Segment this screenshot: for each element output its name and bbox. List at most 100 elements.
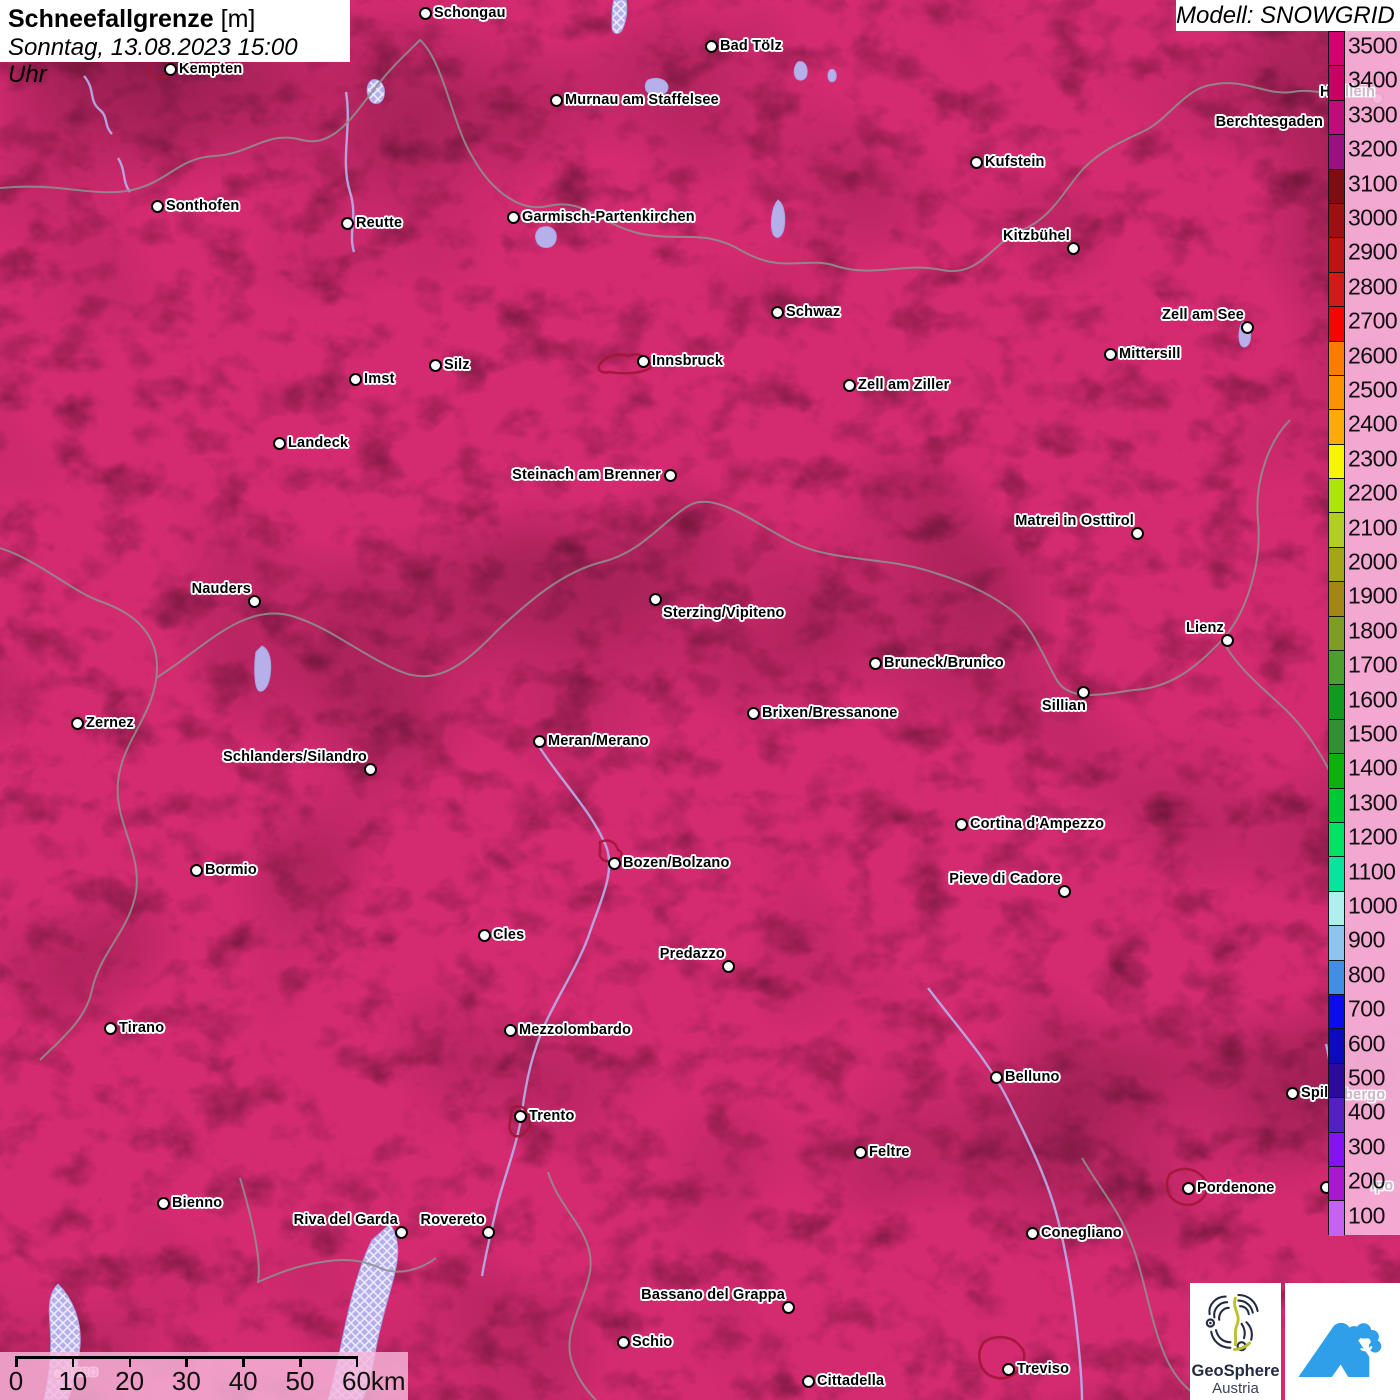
city-label: Schlanders/Silandro xyxy=(222,749,367,765)
legend-value: 1200 xyxy=(1348,823,1398,850)
title-parameter: Schneefallgrenze xyxy=(8,5,214,33)
geosphere-logo-country: Austria xyxy=(1212,1380,1259,1397)
city-dot xyxy=(549,93,563,107)
city-dot xyxy=(1103,347,1117,361)
legend-cell xyxy=(1329,547,1344,583)
geosphere-austria-logo: GeoSphere Austria xyxy=(1190,1283,1281,1400)
legend-value: 200 xyxy=(1348,1167,1385,1194)
city-dot xyxy=(770,305,784,319)
legend-value: 900 xyxy=(1348,926,1385,953)
city-label: Bruneck/Brunico xyxy=(884,655,1004,671)
legend-cell xyxy=(1329,1063,1344,1099)
legend-value: 2200 xyxy=(1348,479,1398,506)
legend-cell xyxy=(1329,100,1344,136)
scale-bar-number: 60km xyxy=(342,1366,406,1396)
legend-value: 3200 xyxy=(1348,135,1398,162)
city-label: Reutte xyxy=(356,215,403,231)
city-label: Bad Tölz xyxy=(720,38,783,54)
city-dot xyxy=(636,354,650,368)
model-box: Modell: SNOWGRID xyxy=(1176,0,1400,31)
city-dot xyxy=(1181,1181,1195,1195)
city-dot xyxy=(801,1374,815,1388)
city-label: Zell am Ziller xyxy=(858,377,950,393)
city-label: Belluno xyxy=(1005,1069,1060,1085)
city-label: Cles xyxy=(493,927,525,943)
city-label: Schwaz xyxy=(786,304,841,320)
city-label: Kitzbühel xyxy=(1002,228,1070,244)
model-label: Modell: SNOWGRID xyxy=(1176,2,1395,29)
legend-cell xyxy=(1329,582,1344,617)
legend-cell xyxy=(1329,66,1344,101)
scale-bar-number: 20 xyxy=(115,1366,145,1396)
city-label: Brixen/Bressanone xyxy=(762,705,898,721)
city-dot xyxy=(1285,1086,1299,1100)
legend-value: 500 xyxy=(1348,1064,1385,1091)
legend-cell xyxy=(1329,754,1344,789)
city-label: Imst xyxy=(364,371,395,387)
city-label: Cortina d'Ampezzo xyxy=(970,816,1105,832)
city-dot xyxy=(663,468,677,482)
city-label: Meran/Merano xyxy=(548,733,649,749)
legend-color-bar xyxy=(1328,31,1345,1236)
river-lines xyxy=(83,75,1342,1400)
legend-value: 3000 xyxy=(1348,204,1398,231)
city-label: Trento xyxy=(529,1108,575,1124)
city-label: Riva del Garda xyxy=(293,1212,398,1228)
legend-value: 800 xyxy=(1348,961,1385,988)
city-dot xyxy=(418,6,432,20)
legend-value: 3400 xyxy=(1348,66,1398,93)
city-label: Zell am See xyxy=(1162,307,1244,323)
city-label: Mezzolombardo xyxy=(519,1022,632,1038)
legend-value: 1900 xyxy=(1348,582,1398,609)
city-label: Nauders xyxy=(191,581,251,597)
scale-bar-number: 10 xyxy=(58,1366,88,1396)
legend-value: 2300 xyxy=(1348,445,1398,472)
city-dot xyxy=(648,592,662,606)
city-label: Zernez xyxy=(86,715,134,731)
city-label: Berchtesgaden xyxy=(1215,114,1323,130)
city-dot xyxy=(348,372,362,386)
map-datetime: Sonntag, 13.08.2023 15:00 Uhr xyxy=(8,34,298,88)
legend-value: 600 xyxy=(1348,1030,1385,1057)
city-dot xyxy=(189,863,203,877)
legend-cell xyxy=(1329,822,1344,858)
legend-value: 1700 xyxy=(1348,651,1398,678)
legend-cell xyxy=(1329,1201,1344,1236)
legend-cell xyxy=(1329,203,1344,239)
city-dot xyxy=(842,378,856,392)
legend-cell xyxy=(1329,994,1344,1030)
legend-cell xyxy=(1329,135,1344,170)
city-label: Conegliano xyxy=(1041,1225,1122,1241)
city-dot xyxy=(428,358,442,372)
legend-cell xyxy=(1329,238,1344,273)
legend-cell xyxy=(1329,1029,1344,1064)
legend-value: 2100 xyxy=(1348,514,1398,541)
legend-value: 1100 xyxy=(1348,858,1396,885)
city-label: Silz xyxy=(444,357,470,373)
legend-cell xyxy=(1329,1098,1344,1133)
legend-cell xyxy=(1329,169,1344,204)
city-label: Pordenone xyxy=(1197,1180,1275,1196)
city-dot xyxy=(532,734,546,748)
legend-cell xyxy=(1329,788,1344,823)
scale-bar: 0 10 20 30 40 50 60km xyxy=(0,1352,408,1400)
legend-cell xyxy=(1329,960,1344,995)
city-dot xyxy=(156,1196,170,1210)
legend-cell xyxy=(1329,307,1344,342)
legend-cell xyxy=(1329,479,1344,514)
map-title: Schneefallgrenze [m] xyxy=(8,5,340,34)
city-label: Garmisch-Partenkirchen xyxy=(522,209,695,225)
city-dot xyxy=(503,1023,517,1037)
legend-value: 3300 xyxy=(1348,101,1398,128)
city-dot xyxy=(969,155,983,169)
city-label: Murnau am Staffelsee xyxy=(565,92,719,108)
legend-cell xyxy=(1329,444,1344,480)
legend-value: 300 xyxy=(1348,1133,1385,1160)
legend-cell xyxy=(1329,719,1344,755)
legend-value: 3100 xyxy=(1348,170,1398,197)
legend-cell xyxy=(1329,857,1344,892)
city-dot xyxy=(954,817,968,831)
scale-bar-number: 30 xyxy=(171,1366,201,1396)
city-label: Bozen/Bolzano xyxy=(623,855,730,871)
legend-value: 400 xyxy=(1348,1098,1385,1125)
